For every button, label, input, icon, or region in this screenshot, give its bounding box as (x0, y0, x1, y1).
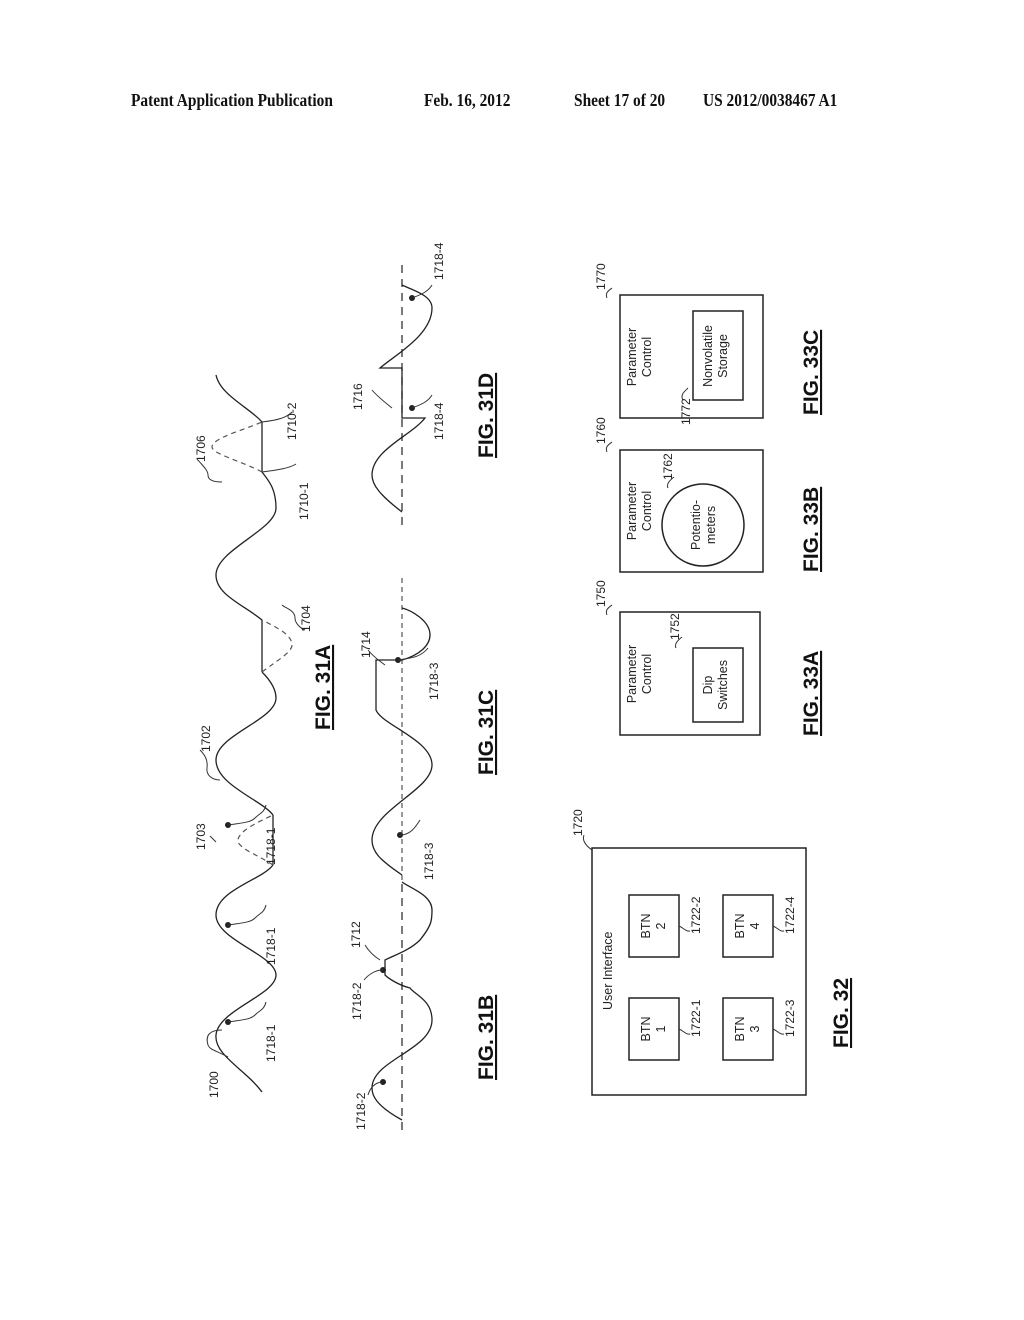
fig-32-label: FIG. 32 (830, 978, 853, 1048)
fig-33b: Parameter Control Potentio- meters 1760 … (594, 417, 823, 573)
button-1-box: BTN 1 (628, 997, 680, 1061)
fig31d-leader-1716 (371, 389, 393, 409)
ref-1722-1: 1722-1 (689, 999, 703, 1037)
fig33c-leader-1772 (681, 387, 689, 401)
fig-33a: Parameter Control Dip Switches 1750 1752… (594, 580, 823, 736)
button-2-box: BTN 2 (628, 894, 680, 958)
ref-1716: 1716 (351, 383, 365, 410)
fig31a-leader (227, 904, 267, 926)
fig-31b: 1718-2 1718-2 1712 FIG. 31B (349, 880, 498, 1130)
ref-1722-2: 1722-2 (689, 896, 703, 934)
ref-1760: 1760 (594, 417, 608, 444)
fig-31c: 1718-3 1718-3 1714 FIG. 31C (359, 575, 498, 880)
fig-33a-label: FIG. 33A (800, 651, 823, 736)
button-1-line2: 1 (654, 1025, 668, 1032)
fig-33b-label: FIG. 33B (800, 487, 823, 572)
fig31a-leader-1710-1 (261, 463, 297, 473)
nonvolatile-storage-line2: Storage (716, 334, 730, 378)
button-4-line1: BTN (733, 914, 747, 939)
ref-1706: 1706 (194, 435, 208, 462)
fig-31d: 1718-4 1718-4 1716 FIG. 31D (351, 242, 498, 525)
fig33b-title-line1: Parameter (625, 482, 639, 540)
button-2-line2: 2 (654, 922, 668, 929)
dip-switches-line1: Dip (701, 676, 715, 695)
fig31a-leader-1706 (197, 459, 223, 483)
fig33a-title-line2: Control (640, 654, 654, 694)
ref-1718-3: 1718-3 (427, 662, 441, 700)
fig-33c-label: FIG. 33C (800, 330, 823, 415)
potentiometers-line1: Potentio- (689, 500, 703, 550)
ref-1750: 1750 (594, 580, 608, 607)
fig31c-leader (399, 819, 421, 836)
ref-1702: 1702 (199, 725, 213, 752)
fig31d-leader (411, 394, 433, 409)
button-3-box: BTN 3 (722, 997, 774, 1061)
user-interface-box (591, 847, 807, 1096)
button-3-line1: BTN (733, 1017, 747, 1042)
fig31a-dashed-trough-1704 (261, 619, 293, 673)
button-4-line2: 4 (748, 922, 762, 929)
ref-1752: 1752 (668, 613, 682, 640)
fig31a-leader (227, 804, 267, 826)
fig-31d-label: FIG. 31D (475, 373, 498, 458)
fig31a-leader-1703 (209, 835, 217, 843)
ref-1718-4: 1718-4 (432, 402, 446, 440)
fig31b-leader-1712 (364, 944, 381, 961)
ref-1762: 1762 (661, 453, 675, 480)
fig33a-title-line1: Parameter (625, 645, 639, 703)
ref-1712: 1712 (349, 921, 363, 948)
ref-1720: 1720 (571, 809, 585, 836)
fig-33c: Parameter Control Nonvolatile Storage 17… (594, 263, 823, 425)
ref-1700: 1700 (207, 1071, 221, 1098)
fig-31a-label: FIG. 31A (312, 645, 335, 730)
drawing-sheet: 1718-1 1718-1 1718-1 1700 1703 1702 1704… (194, 242, 853, 1130)
fig-31c-label: FIG. 31C (475, 690, 498, 775)
button-4-box: BTN 4 (722, 894, 774, 958)
ref-1703: 1703 (194, 823, 208, 850)
button-1-line1: BTN (639, 1017, 653, 1042)
fig-32: 1720 User Interface BTN 1 BTN 2 BTN 3 BT… (571, 809, 853, 1096)
ref-1718-2: 1718-2 (350, 982, 364, 1020)
fig33c-title-line1: Parameter (625, 328, 639, 386)
ref-1714: 1714 (359, 631, 373, 658)
ref-1722-4: 1722-4 (783, 896, 797, 934)
ref-1710-2: 1710-2 (285, 402, 299, 440)
fig-31b-label: FIG. 31B (475, 995, 498, 1080)
ref-1718-1: 1718-1 (264, 927, 278, 965)
fig-31a: 1718-1 1718-1 1718-1 1700 1703 1702 1704… (194, 374, 335, 1098)
potentiometers-circle (661, 483, 745, 567)
ref-1718-3: 1718-3 (422, 842, 436, 880)
fig31a-waveform-seg-2 (215, 671, 277, 816)
fig31a-waveform-seg-4 (215, 374, 263, 423)
ref-1704: 1704 (299, 605, 313, 632)
user-interface-title: User Interface (601, 931, 615, 1010)
ref-1718-1: 1718-1 (264, 1024, 278, 1062)
fig31a-dashed-peak-1706 (211, 421, 263, 473)
ref-1722-3: 1722-3 (783, 999, 797, 1037)
fig31b-leader (363, 969, 384, 981)
ref-1770: 1770 (594, 263, 608, 290)
ref-1718-2: 1718-2 (354, 1092, 368, 1130)
button-3-line2: 3 (748, 1025, 762, 1032)
ref-1710-1: 1710-1 (297, 482, 311, 520)
fig33c-title-line2: Control (640, 337, 654, 377)
ref-1772: 1772 (679, 398, 693, 425)
nonvolatile-storage-line1: Nonvolatile (701, 325, 715, 387)
fig31a-waveform-seg-3 (215, 471, 277, 621)
potentiometers-line2: meters (704, 506, 718, 544)
fig32-leader-1720 (582, 834, 593, 851)
ref-1718-4: 1718-4 (432, 242, 446, 280)
rotated-drawing: 1718-1 1718-1 1718-1 1700 1703 1702 1704… (194, 242, 853, 1130)
fig31d-leader (411, 284, 433, 299)
fig33b-title-line2: Control (640, 491, 654, 531)
dip-switches-line2: Switches (716, 660, 730, 710)
button-2-line1: BTN (639, 914, 653, 939)
ref-1718-1: 1718-1 (264, 827, 278, 865)
